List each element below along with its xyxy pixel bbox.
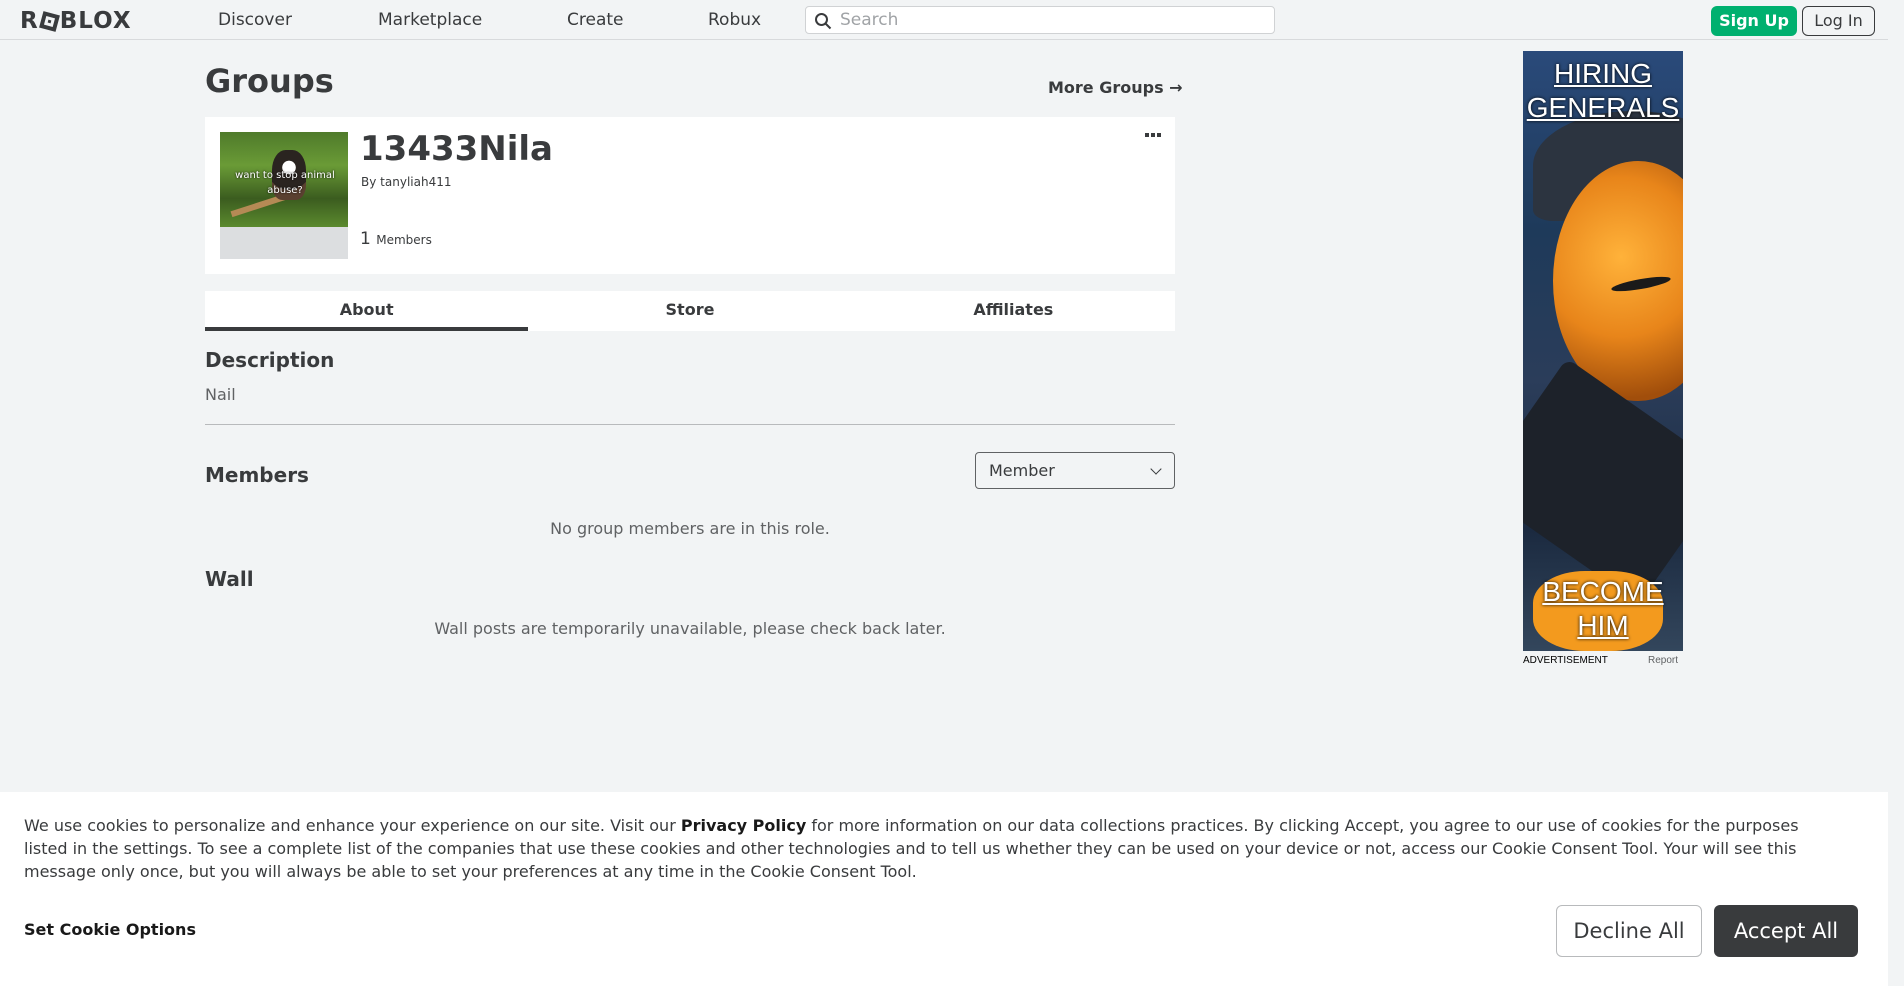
log-in-button[interactable]: Log In [1802, 6, 1875, 36]
group-member-count: 1 Members [360, 229, 432, 249]
wall-empty-message: Wall posts are temporarily unavailable, … [434, 619, 946, 638]
group-emblem-image: want to stop animal abuse? [220, 132, 348, 227]
wall-heading: Wall [205, 567, 254, 591]
cookie-text-before: We use cookies to personalize and enhanc… [24, 816, 681, 835]
group-header-card: want to stop animal abuse? 13433Nila By … [205, 117, 1175, 274]
more-groups-link[interactable]: More Groups → [1048, 78, 1183, 97]
accept-all-button[interactable]: Accept All [1714, 905, 1858, 957]
search-icon [815, 13, 832, 30]
ad-top-text: HIRING GENERALS [1526, 58, 1680, 123]
member-count-label: Members [376, 233, 432, 247]
tab-about[interactable]: About [205, 291, 529, 331]
group-emblem-caption: want to stop animal abuse? [235, 170, 335, 196]
sign-up-button[interactable]: Sign Up [1711, 6, 1797, 36]
advertisement-banner[interactable]: HIRING GENERALS BECOME HIM [1523, 51, 1683, 651]
group-tabs: About Store Affiliates [205, 291, 1175, 331]
more-options-icon[interactable] [1145, 131, 1165, 141]
role-dropdown-value: Member [989, 461, 1055, 480]
nav-robux[interactable]: Robux [708, 10, 761, 30]
page-scrollbar[interactable] [1888, 0, 1904, 986]
members-empty-message: No group members are in this role. [550, 519, 830, 538]
ad-bottom-text: BECOME HIM [1542, 576, 1664, 641]
search-input[interactable] [838, 9, 1258, 31]
set-cookie-options-link[interactable]: Set Cookie Options [24, 920, 196, 939]
owner-by-label: By [361, 175, 377, 189]
cookie-message: We use cookies to personalize and enhanc… [24, 814, 1844, 883]
chevron-down-icon [1150, 463, 1162, 475]
nav-create[interactable]: Create [567, 10, 624, 30]
role-dropdown[interactable]: Member [975, 452, 1175, 489]
tab-store[interactable]: Store [528, 291, 851, 331]
top-navigation-bar: R BLOX Discover Marketplace Create Robux … [0, 0, 1904, 40]
group-name: 13433Nila [360, 129, 553, 169]
ad-report-link[interactable]: Report [1648, 655, 1678, 666]
member-count-value: 1 [360, 229, 371, 249]
description-text: Nail [205, 385, 236, 404]
cookie-consent-banner: We use cookies to personalize and enhanc… [0, 792, 1888, 986]
decline-all-button[interactable]: Decline All [1556, 905, 1702, 957]
nav-discover[interactable]: Discover [218, 10, 292, 30]
tab-affiliates[interactable]: Affiliates [852, 291, 1175, 331]
privacy-policy-link[interactable]: Privacy Policy [681, 816, 806, 835]
page-title: Groups [205, 62, 334, 100]
section-divider [205, 424, 1175, 425]
search-box[interactable] [805, 6, 1275, 34]
advertisement-label: ADVERTISEMENT [1523, 655, 1608, 666]
members-heading: Members [205, 463, 309, 487]
group-emblem: want to stop animal abuse? [220, 132, 348, 259]
nav-marketplace[interactable]: Marketplace [378, 10, 482, 30]
description-heading: Description [205, 348, 335, 372]
roblox-logo[interactable]: R BLOX [20, 8, 132, 34]
owner-link[interactable]: tanyliah411 [380, 175, 451, 189]
group-owner: By tanyliah411 [361, 175, 451, 189]
